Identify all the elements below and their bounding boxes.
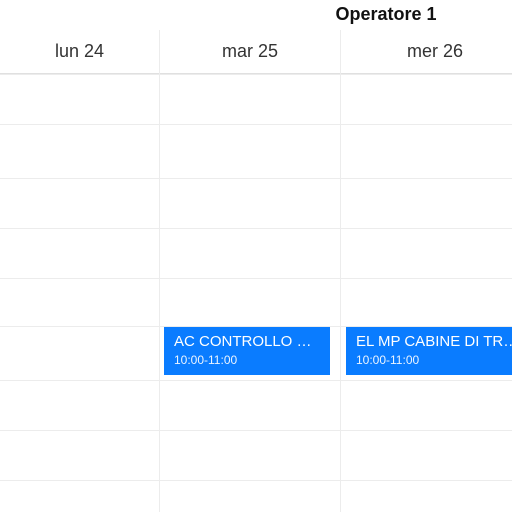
day-column-1[interactable]: mar 25 bbox=[160, 30, 341, 512]
calendar-event[interactable]: EL MP CABINE DI TRA... 10:00-11:00 bbox=[346, 327, 512, 375]
event-title: EL MP CABINE DI TRA... bbox=[356, 333, 512, 352]
calendar-event[interactable]: AC CONTROLLO SETTI... 10:00-11:00 bbox=[164, 327, 330, 375]
day-header[interactable]: lun 24 bbox=[0, 30, 159, 74]
day-column-2[interactable]: mer 26 bbox=[341, 30, 512, 512]
calendar-grid: lun 24 mar 25 mer 26 AC CONTROLLO SETTI.… bbox=[0, 30, 512, 512]
event-time: 10:00-11:00 bbox=[174, 353, 320, 368]
calendar-viewport: Operatore 1 lun 24 mar 25 mer 26 AC CONT… bbox=[0, 0, 512, 512]
operator-title: Operatore 1 bbox=[0, 4, 512, 25]
event-title: AC CONTROLLO SETTI... bbox=[174, 333, 320, 352]
day-column-0[interactable]: lun 24 bbox=[0, 30, 160, 512]
day-header[interactable]: mer 26 bbox=[341, 30, 512, 74]
day-header[interactable]: mar 25 bbox=[160, 30, 340, 74]
event-time: 10:00-11:00 bbox=[356, 353, 512, 368]
